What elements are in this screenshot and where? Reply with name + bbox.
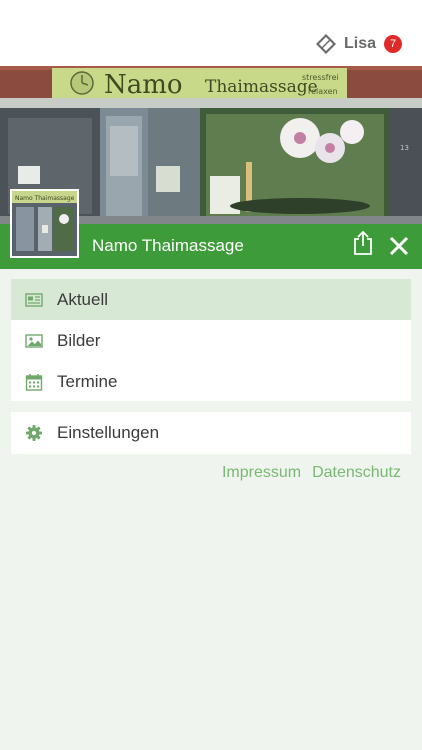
menu-item-bilder[interactable]: Bilder (11, 320, 411, 361)
menu-item-einstellungen[interactable]: Einstellungen (11, 412, 411, 453)
top-bar: Lisa 7 (0, 0, 422, 66)
thumbnail-sign-text: Namo Thaimassage (15, 195, 75, 202)
door-number: 13 (400, 144, 409, 152)
business-thumbnail[interactable]: Namo Thaimassage (10, 189, 79, 258)
impressum-link[interactable]: Impressum (222, 464, 301, 482)
share-icon[interactable] (352, 230, 374, 256)
business-name: Namo Thaimassage (92, 236, 244, 255)
menu-item-aktuell[interactable]: Aktuell (11, 279, 411, 320)
main-menu: Aktuell Bilder Termine (11, 279, 411, 401)
menu-item-termine[interactable]: Termine (11, 361, 411, 402)
close-icon[interactable] (389, 236, 409, 256)
sign-subtitle: Thaimassage (205, 77, 318, 97)
sign-tagline-2: relaxen (308, 87, 338, 96)
user-account[interactable]: Lisa 7 (315, 33, 402, 55)
settings-menu: Einstellungen (11, 412, 411, 454)
image-icon (25, 333, 43, 348)
newspaper-icon (25, 292, 43, 307)
datenschutz-link[interactable]: Datenschutz (312, 464, 401, 482)
footer-links: Impressum Datenschutz (222, 464, 401, 482)
diamond-logo-icon (315, 34, 336, 54)
user-name: Lisa (343, 35, 376, 52)
menu-item-label: Aktuell (57, 289, 109, 309)
sign-name: Namo (104, 70, 183, 100)
menu-item-label: Bilder (57, 330, 101, 350)
menu-item-label: Termine (57, 371, 118, 391)
sign-tagline-1: stressfrei (302, 73, 339, 82)
notification-badge[interactable]: 7 (384, 35, 402, 53)
menu-item-label: Einstellungen (57, 422, 160, 442)
gear-icon (26, 424, 42, 441)
calendar-icon (25, 373, 43, 391)
